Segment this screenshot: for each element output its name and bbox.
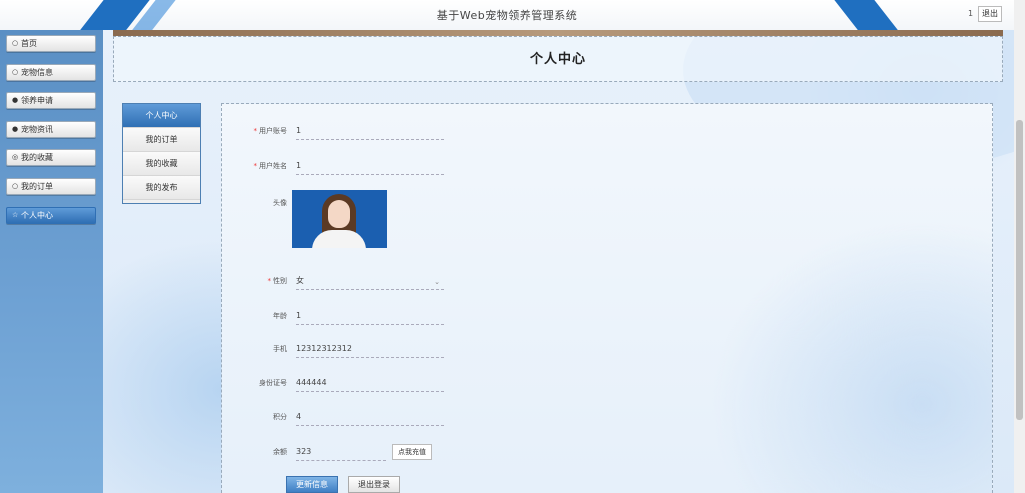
field-label: 年龄 [273, 312, 287, 320]
paw-icon: ○ [12, 68, 19, 76]
page-scrollbar[interactable] [1014, 0, 1025, 493]
field-label: 积分 [273, 413, 287, 421]
app-title: 基于Web宠物领养管理系统 [436, 9, 578, 22]
sidebar-item-label: 我的收藏 [21, 153, 53, 162]
recharge-button[interactable]: 点我充值 [392, 444, 432, 460]
form-row-age: 年龄 1 [222, 307, 994, 327]
age-input[interactable]: 1 [296, 307, 444, 325]
form-row-phone: 手机 12312312312 [222, 340, 994, 360]
balance-input[interactable]: 323 [296, 443, 386, 461]
sidebar-item-label: 领养申请 [21, 96, 53, 105]
field-label: 手机 [273, 345, 287, 353]
gender-select[interactable]: 女 ⌄ [296, 272, 444, 290]
form-row-points: 积分 4 [222, 408, 994, 428]
sidebar-item-adoption[interactable]: ● 领养申请 [6, 92, 96, 109]
bullet-icon: ● [12, 125, 19, 133]
submenu-item-favorites[interactable]: 我的收藏 [123, 152, 200, 176]
form-row-account: * 用户账号 1 [222, 122, 994, 142]
home-icon: ○ [12, 39, 19, 47]
form-row-name: * 用户姓名 1 [222, 157, 994, 177]
logout-button[interactable]: 退出 [978, 6, 1002, 22]
profile-form: * 用户账号 1 * 用户姓名 1 头像 * 性别 女 ⌄ 年龄 1 手机 12312… [221, 103, 993, 493]
name-input[interactable]: 1 [296, 157, 444, 175]
account-input[interactable]: 1 [296, 122, 444, 140]
sidebar-item-favorites[interactable]: ◎ 我的收藏 [6, 149, 96, 166]
sidebar-item-label: 宠物资讯 [21, 125, 53, 134]
order-icon: ○ [12, 182, 19, 190]
field-label: * 用户姓名 [253, 162, 288, 170]
sidebar: ○ 首页 ○ 宠物信息 ● 领养申请 ● 宠物资讯 ◎ 我的收藏 ○ 我的订单 … [0, 30, 103, 493]
form-row-id: 身份证号 444444 [222, 374, 994, 394]
points-input[interactable]: 4 [296, 408, 444, 426]
user-number: 1 [968, 9, 974, 18]
logout-form-button[interactable]: 退出登录 [348, 476, 400, 493]
target-icon: ◎ [12, 153, 19, 161]
field-label: * 性别 [267, 277, 288, 285]
page-title: 个人中心 [529, 52, 586, 67]
id-number-input[interactable]: 444444 [296, 374, 444, 392]
sidebar-item-news[interactable]: ● 宠物资讯 [6, 121, 96, 138]
field-label: 头像 [273, 199, 287, 207]
sidebar-item-label: 我的订单 [21, 182, 53, 191]
avatar-image[interactable] [292, 190, 387, 248]
sidebar-item-label: 首页 [21, 39, 37, 48]
chevron-down-icon: ⌄ [434, 278, 440, 286]
top-bar: 基于Web宠物领养管理系统 1 退出 [0, 0, 1014, 30]
sidebar-item-orders[interactable]: ○ 我的订单 [6, 178, 96, 195]
scrollbar-thumb[interactable] [1016, 120, 1023, 420]
submenu-item-profile[interactable]: 个人中心 [123, 104, 200, 128]
update-info-button[interactable]: 更新信息 [286, 476, 338, 493]
sidebar-item-home[interactable]: ○ 首页 [6, 35, 96, 52]
phone-input[interactable]: 12312312312 [296, 340, 444, 358]
sidebar-item-profile[interactable]: ☆ 个人中心 [6, 207, 96, 224]
star-icon: ☆ [12, 211, 19, 219]
form-row-balance: 余额 323 [222, 443, 994, 463]
bullet-icon: ● [12, 96, 19, 104]
submenu-item-posts[interactable]: 我的发布 [123, 176, 200, 200]
sidebar-item-pet-info[interactable]: ○ 宠物信息 [6, 64, 96, 81]
field-label: 身份证号 [259, 379, 287, 387]
form-row-gender: * 性别 女 ⌄ [222, 272, 994, 292]
sidebar-item-label: 个人中心 [21, 211, 53, 220]
submenu-item-orders[interactable]: 我的订单 [123, 128, 200, 152]
profile-submenu: 个人中心 我的订单 我的收藏 我的发布 [122, 103, 201, 204]
field-label: * 用户账号 [253, 127, 288, 135]
field-label: 余额 [273, 448, 287, 456]
sidebar-item-label: 宠物信息 [21, 68, 53, 77]
page-header: 个人中心 [113, 36, 1003, 82]
